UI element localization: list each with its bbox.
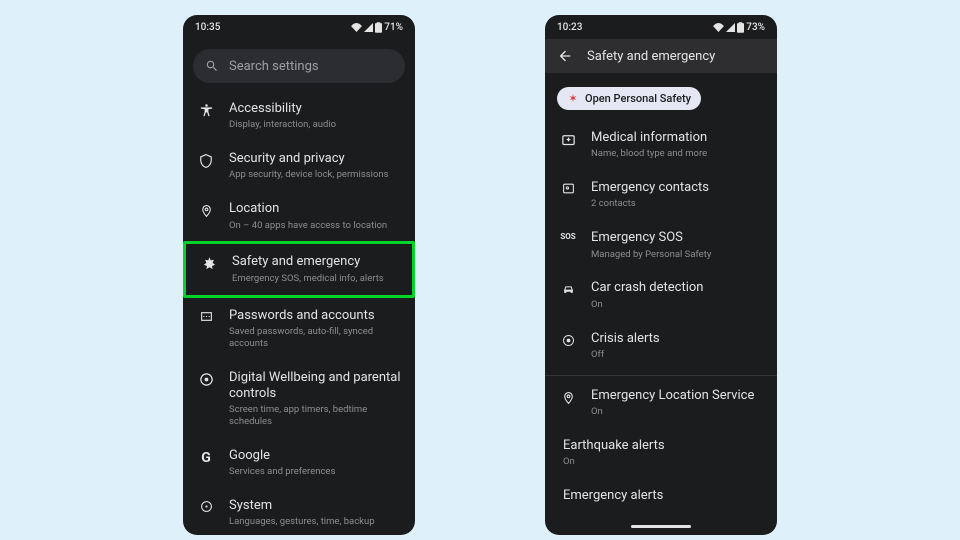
accessibility-icon [197,101,215,118]
app-bar: Safety and emergency [545,39,777,73]
open-personal-safety-button[interactable]: ✶ Open Personal Safety [557,87,701,110]
item-medical-info[interactable]: Medical informationName, blood type and … [545,120,777,170]
item-earthquake-alerts[interactable]: Earthquake alertsOn [545,428,777,478]
status-right: 71% [351,22,403,33]
nav-pill-icon [631,525,691,528]
emergency-icon [200,254,218,271]
key-icon [197,308,215,323]
settings-item-accessibility[interactable]: AccessibilityDisplay, interaction, audio [183,91,415,141]
search-icon [205,59,219,73]
sos-icon: SOS [559,230,577,241]
back-icon[interactable] [557,48,573,64]
safety-list: Medical informationName, blood type and … [545,120,777,517]
location-icon [559,388,577,406]
safety-emergency-screen: 10:23 73% Safety and emergency ✶ Open Pe… [545,15,777,535]
item-car-crash[interactable]: Car crash detectionOn [545,270,777,320]
status-time: 10:35 [195,22,220,33]
status-bar: 10:23 73% [545,15,777,39]
item-emergency-alerts[interactable]: Emergency alerts [545,478,777,516]
signal-icon [726,23,735,32]
settings-main-screen: 10:35 71% Search settings AccessibilityD… [183,15,415,535]
contacts-icon [559,180,577,195]
status-right: 73% [713,22,765,33]
wellbeing-icon [197,370,215,387]
item-emergency-sos[interactable]: SOS Emergency SOSManaged by Personal Saf… [545,220,777,270]
car-crash-icon [559,280,577,295]
google-icon: G [197,448,215,466]
battery-icon [737,22,744,33]
status-battery: 73% [746,22,765,33]
status-bar: 10:35 71% [183,15,415,39]
settings-item-security[interactable]: Security and privacyApp security, device… [183,141,415,191]
settings-item-wellbeing[interactable]: Digital Wellbeing and parental controlsS… [183,360,415,438]
settings-item-system[interactable]: SystemLanguages, gestures, time, backup [183,488,415,535]
search-placeholder: Search settings [229,59,319,74]
safety-star-icon: ✶ [567,93,579,105]
divider [545,375,777,376]
search-input[interactable]: Search settings [193,49,405,83]
settings-item-passwords[interactable]: Passwords and accountsSaved passwords, a… [183,298,415,360]
settings-item-safety-emergency[interactable]: Safety and emergencyEmergency SOS, medic… [183,241,415,297]
item-emergency-contacts[interactable]: Emergency contacts2 contacts [545,170,777,220]
status-battery: 71% [384,22,403,33]
shield-icon [197,151,215,169]
item-emergency-location[interactable]: Emergency Location ServiceOn [545,378,777,428]
settings-item-google[interactable]: G GoogleServices and preferences [183,438,415,488]
system-icon [197,498,215,513]
settings-item-location[interactable]: LocationOn – 40 apps have access to loca… [183,191,415,241]
wifi-icon [351,23,362,32]
wifi-icon [713,23,724,32]
open-button-label: Open Personal Safety [585,92,691,105]
signal-icon [364,23,373,32]
crisis-icon [559,331,577,348]
battery-icon [375,22,382,33]
medical-icon [559,130,577,147]
location-icon [197,201,215,219]
gesture-nav-bar[interactable] [545,517,777,535]
page-title: Safety and emergency [587,49,715,64]
item-crisis-alerts[interactable]: Crisis alertsOff [545,321,777,371]
status-time: 10:23 [557,22,582,33]
settings-list: AccessibilityDisplay, interaction, audio… [183,91,415,535]
